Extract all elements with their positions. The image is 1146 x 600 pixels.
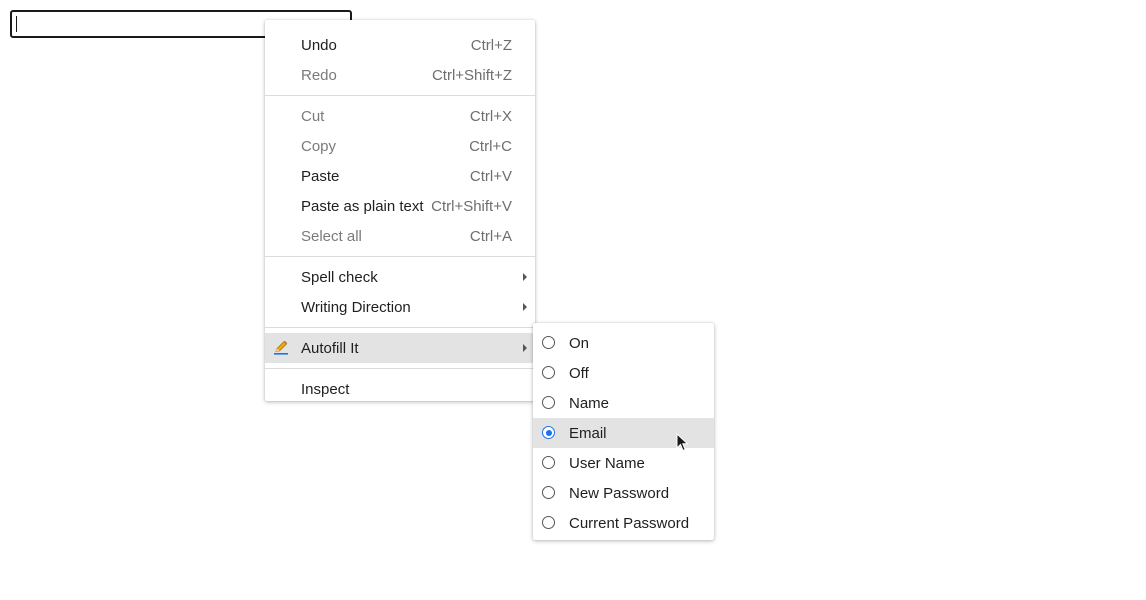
- submenu-arrow-icon: [523, 344, 527, 352]
- mouse-pointer-icon: [676, 433, 689, 452]
- menu-item-label: Inspect: [301, 380, 350, 398]
- autofill-option-current-password[interactable]: Current Password: [533, 508, 714, 538]
- context-menu: Undo Ctrl+Z Redo Ctrl+Shift+Z Cut Ctrl+X…: [265, 20, 535, 401]
- menu-item-shortcut: Ctrl+A: [469, 227, 512, 245]
- menu-separator: [265, 256, 535, 257]
- radio-button[interactable]: [542, 336, 555, 349]
- menu-item-label: Select all: [301, 227, 362, 245]
- menu-item-label: Autofill It: [301, 339, 359, 357]
- menu-item-autofill[interactable]: Autofill It: [265, 333, 535, 363]
- menu-item-shortcut: Ctrl+Shift+V: [431, 197, 512, 215]
- autofill-submenu: On Off Name Email User Name New Password…: [533, 323, 714, 540]
- option-label: Current Password: [569, 514, 690, 532]
- menu-item-label: Paste as plain text: [301, 197, 424, 215]
- menu-separator: [265, 368, 535, 369]
- menu-item-shortcut: Ctrl+C: [469, 137, 512, 155]
- submenu-arrow-icon: [523, 303, 527, 311]
- radio-button[interactable]: [542, 486, 555, 499]
- autofill-option-off[interactable]: Off: [533, 358, 714, 388]
- menu-item-label: Copy: [301, 137, 337, 155]
- menu-item-shortcut: Ctrl+Shift+Z: [431, 66, 512, 84]
- menu-item-copy[interactable]: Copy Ctrl+C: [265, 131, 535, 161]
- option-label: On: [569, 334, 590, 352]
- menu-item-redo[interactable]: Redo Ctrl+Shift+Z: [265, 60, 535, 90]
- menu-item-label: Writing Direction: [301, 298, 411, 316]
- menu-item-paste-plain-text[interactable]: Paste as plain text Ctrl+Shift+V: [265, 191, 535, 221]
- submenu-arrow-icon: [523, 273, 527, 281]
- radio-button[interactable]: [542, 396, 555, 409]
- menu-separator: [265, 95, 535, 96]
- option-label: User Name: [569, 454, 645, 472]
- menu-item-label: Paste: [301, 167, 340, 185]
- radio-button[interactable]: [542, 456, 555, 469]
- option-label: New Password: [569, 484, 670, 502]
- menu-item-shortcut: Ctrl+V: [469, 167, 512, 185]
- menu-item-label: Spell check: [301, 268, 378, 286]
- menu-item-label: Redo: [301, 66, 337, 84]
- pencil-icon: [274, 340, 288, 355]
- autofill-option-new-password[interactable]: New Password: [533, 478, 714, 508]
- radio-button[interactable]: [542, 516, 555, 529]
- menu-item-cut[interactable]: Cut Ctrl+X: [265, 101, 535, 131]
- menu-item-label: Undo: [301, 36, 337, 54]
- menu-item-shortcut: Ctrl+Z: [470, 36, 512, 54]
- menu-item-label: Cut: [301, 107, 325, 125]
- menu-separator: [265, 327, 535, 328]
- menu-item-undo[interactable]: Undo Ctrl+Z: [265, 30, 535, 60]
- menu-item-select-all[interactable]: Select all Ctrl+A: [265, 221, 535, 251]
- autofill-option-name[interactable]: Name: [533, 388, 714, 418]
- option-label: Off: [569, 364, 589, 382]
- option-label: Name: [569, 394, 610, 412]
- menu-item-paste[interactable]: Paste Ctrl+V: [265, 161, 535, 191]
- menu-item-writing-direction[interactable]: Writing Direction: [265, 292, 535, 322]
- menu-item-spell-check[interactable]: Spell check: [265, 262, 535, 292]
- radio-button-checked[interactable]: [542, 426, 555, 439]
- text-caret: [16, 16, 17, 32]
- menu-item-shortcut: Ctrl+X: [469, 107, 512, 125]
- autofill-option-on[interactable]: On: [533, 328, 714, 358]
- menu-item-inspect[interactable]: Inspect: [265, 374, 535, 404]
- radio-button[interactable]: [542, 366, 555, 379]
